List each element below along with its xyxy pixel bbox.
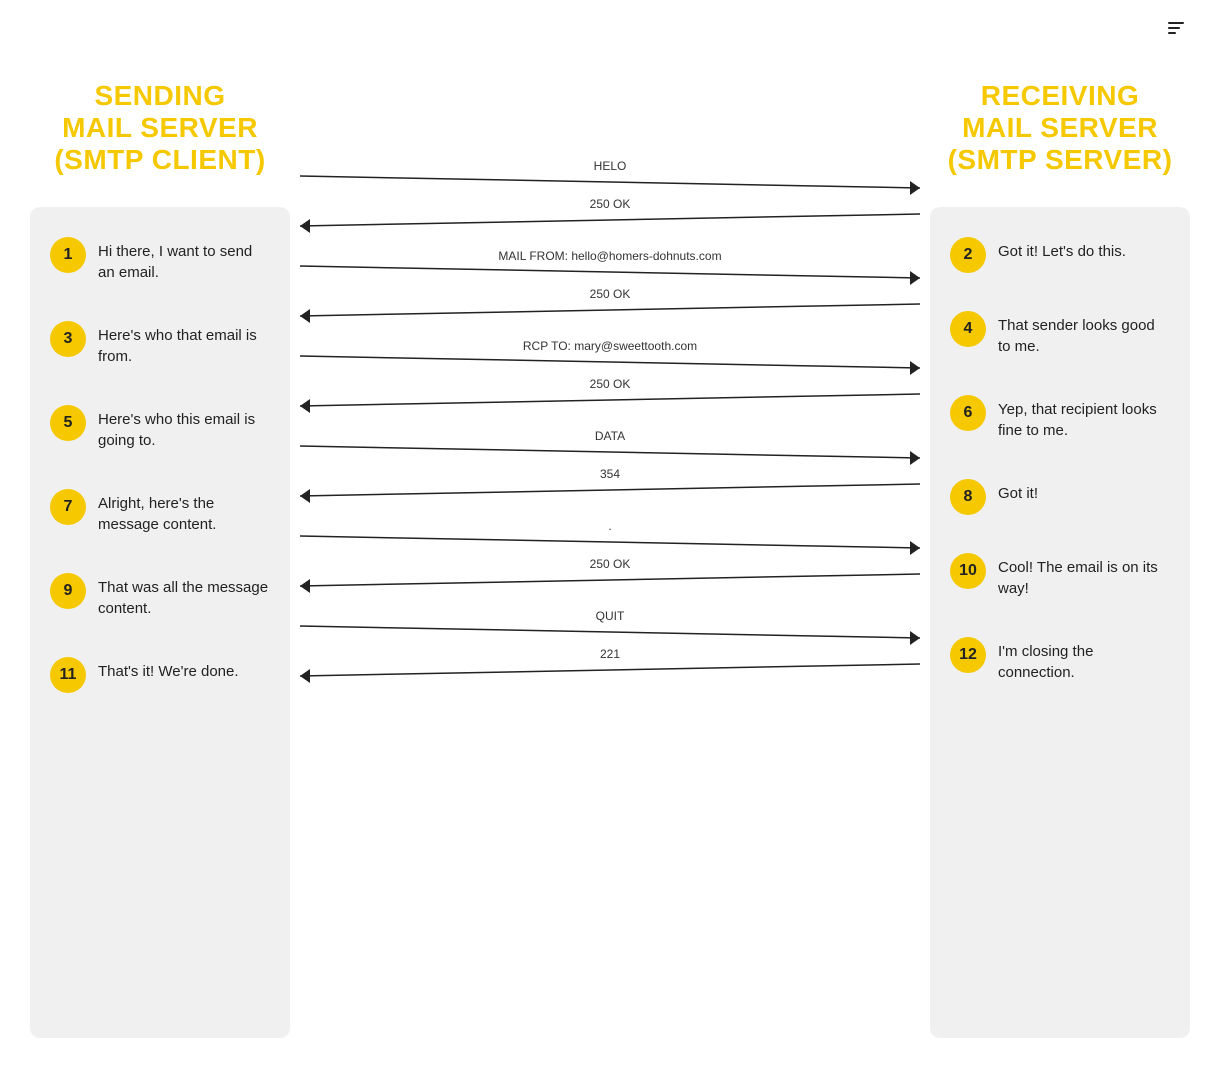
svg-text:.: .: [608, 519, 611, 533]
step-badge-6: 6: [950, 395, 986, 431]
right-step-10: 10 Cool! The email is on its way!: [950, 553, 1170, 599]
step-badge-1: 1: [50, 237, 86, 273]
step-text-6: Yep, that recipient looks fine to me.: [998, 395, 1170, 441]
logo: [1168, 22, 1190, 34]
svg-text:MAIL FROM: hello@homers-dohnut: MAIL FROM: hello@homers-dohnuts.com: [498, 249, 721, 263]
left-step-5: 5 Here's who this email is going to.: [50, 405, 270, 451]
center-panel: HELO 250 OK MAIL FROM: hello@homers-dohnut…: [290, 80, 930, 1038]
svg-text:DATA: DATA: [595, 429, 625, 443]
step-badge-7: 7: [50, 489, 86, 525]
right-step-12: 12 I'm closing the connection.: [950, 637, 1170, 683]
right-title: RECEIVINGMAIL SERVER(SMTP SERVER): [930, 80, 1190, 177]
right-steps: 2 Got it! Let's do this. 4 That sender l…: [930, 207, 1190, 1038]
step-text-9: That was all the message content.: [98, 573, 270, 619]
svg-text:RCP TO: mary@sweettooth.com: RCP TO: mary@sweettooth.com: [523, 339, 697, 353]
svg-text:HELO: HELO: [594, 159, 627, 173]
step-badge-3: 3: [50, 321, 86, 357]
left-step-1: 1 Hi there, I want to send an email.: [50, 237, 270, 283]
svg-text:QUIT: QUIT: [596, 609, 625, 623]
step-text-11: That's it! We're done.: [98, 657, 239, 682]
svg-text:250 OK: 250 OK: [590, 557, 631, 571]
right-step-8: 8 Got it!: [950, 479, 1170, 515]
step-badge-4: 4: [950, 311, 986, 347]
left-title: SENDINGMAIL SERVER(SMTP CLIENT): [30, 80, 290, 177]
main-container: SENDINGMAIL SERVER(SMTP CLIENT) 1 Hi the…: [0, 0, 1220, 1078]
step-text-4: That sender looks good to me.: [998, 311, 1170, 357]
step-badge-12: 12: [950, 637, 986, 673]
step-text-10: Cool! The email is on its way!: [998, 553, 1170, 599]
step-text-8: Got it!: [998, 479, 1038, 504]
left-steps: 1 Hi there, I want to send an email. 3 H…: [30, 207, 290, 1038]
svg-text:250 OK: 250 OK: [590, 197, 631, 211]
step-badge-9: 9: [50, 573, 86, 609]
step-text-2: Got it! Let's do this.: [998, 237, 1126, 262]
step-badge-10: 10: [950, 553, 986, 589]
right-step-2: 2 Got it! Let's do this.: [950, 237, 1170, 273]
step-text-1: Hi there, I want to send an email.: [98, 237, 270, 283]
step-text-3: Here's who that email is from.: [98, 321, 270, 367]
left-step-9: 9 That was all the message content.: [50, 573, 270, 619]
svg-text:354: 354: [600, 467, 620, 481]
right-panel: RECEIVINGMAIL SERVER(SMTP SERVER) 2 Got …: [930, 80, 1190, 1038]
step-text-7: Alright, here's the message content.: [98, 489, 270, 535]
arrows-diagram: HELO 250 OK MAIL FROM: hello@homers-dohnut…: [290, 158, 930, 1028]
right-step-6: 6 Yep, that recipient looks fine to me.: [950, 395, 1170, 441]
left-panel: SENDINGMAIL SERVER(SMTP CLIENT) 1 Hi the…: [30, 80, 290, 1038]
left-step-11: 11 That's it! We're done.: [50, 657, 270, 693]
svg-text:250 OK: 250 OK: [590, 287, 631, 301]
step-badge-5: 5: [50, 405, 86, 441]
svg-text:250 OK: 250 OK: [590, 377, 631, 391]
step-badge-2: 2: [950, 237, 986, 273]
left-step-7: 7 Alright, here's the message content.: [50, 489, 270, 535]
step-badge-11: 11: [50, 657, 86, 693]
left-step-3: 3 Here's who that email is from.: [50, 321, 270, 367]
svg-text:221: 221: [600, 647, 620, 661]
step-badge-8: 8: [950, 479, 986, 515]
logo-icon: [1168, 22, 1184, 34]
right-step-4: 4 That sender looks good to me.: [950, 311, 1170, 357]
step-text-5: Here's who this email is going to.: [98, 405, 270, 451]
step-text-12: I'm closing the connection.: [998, 637, 1170, 683]
